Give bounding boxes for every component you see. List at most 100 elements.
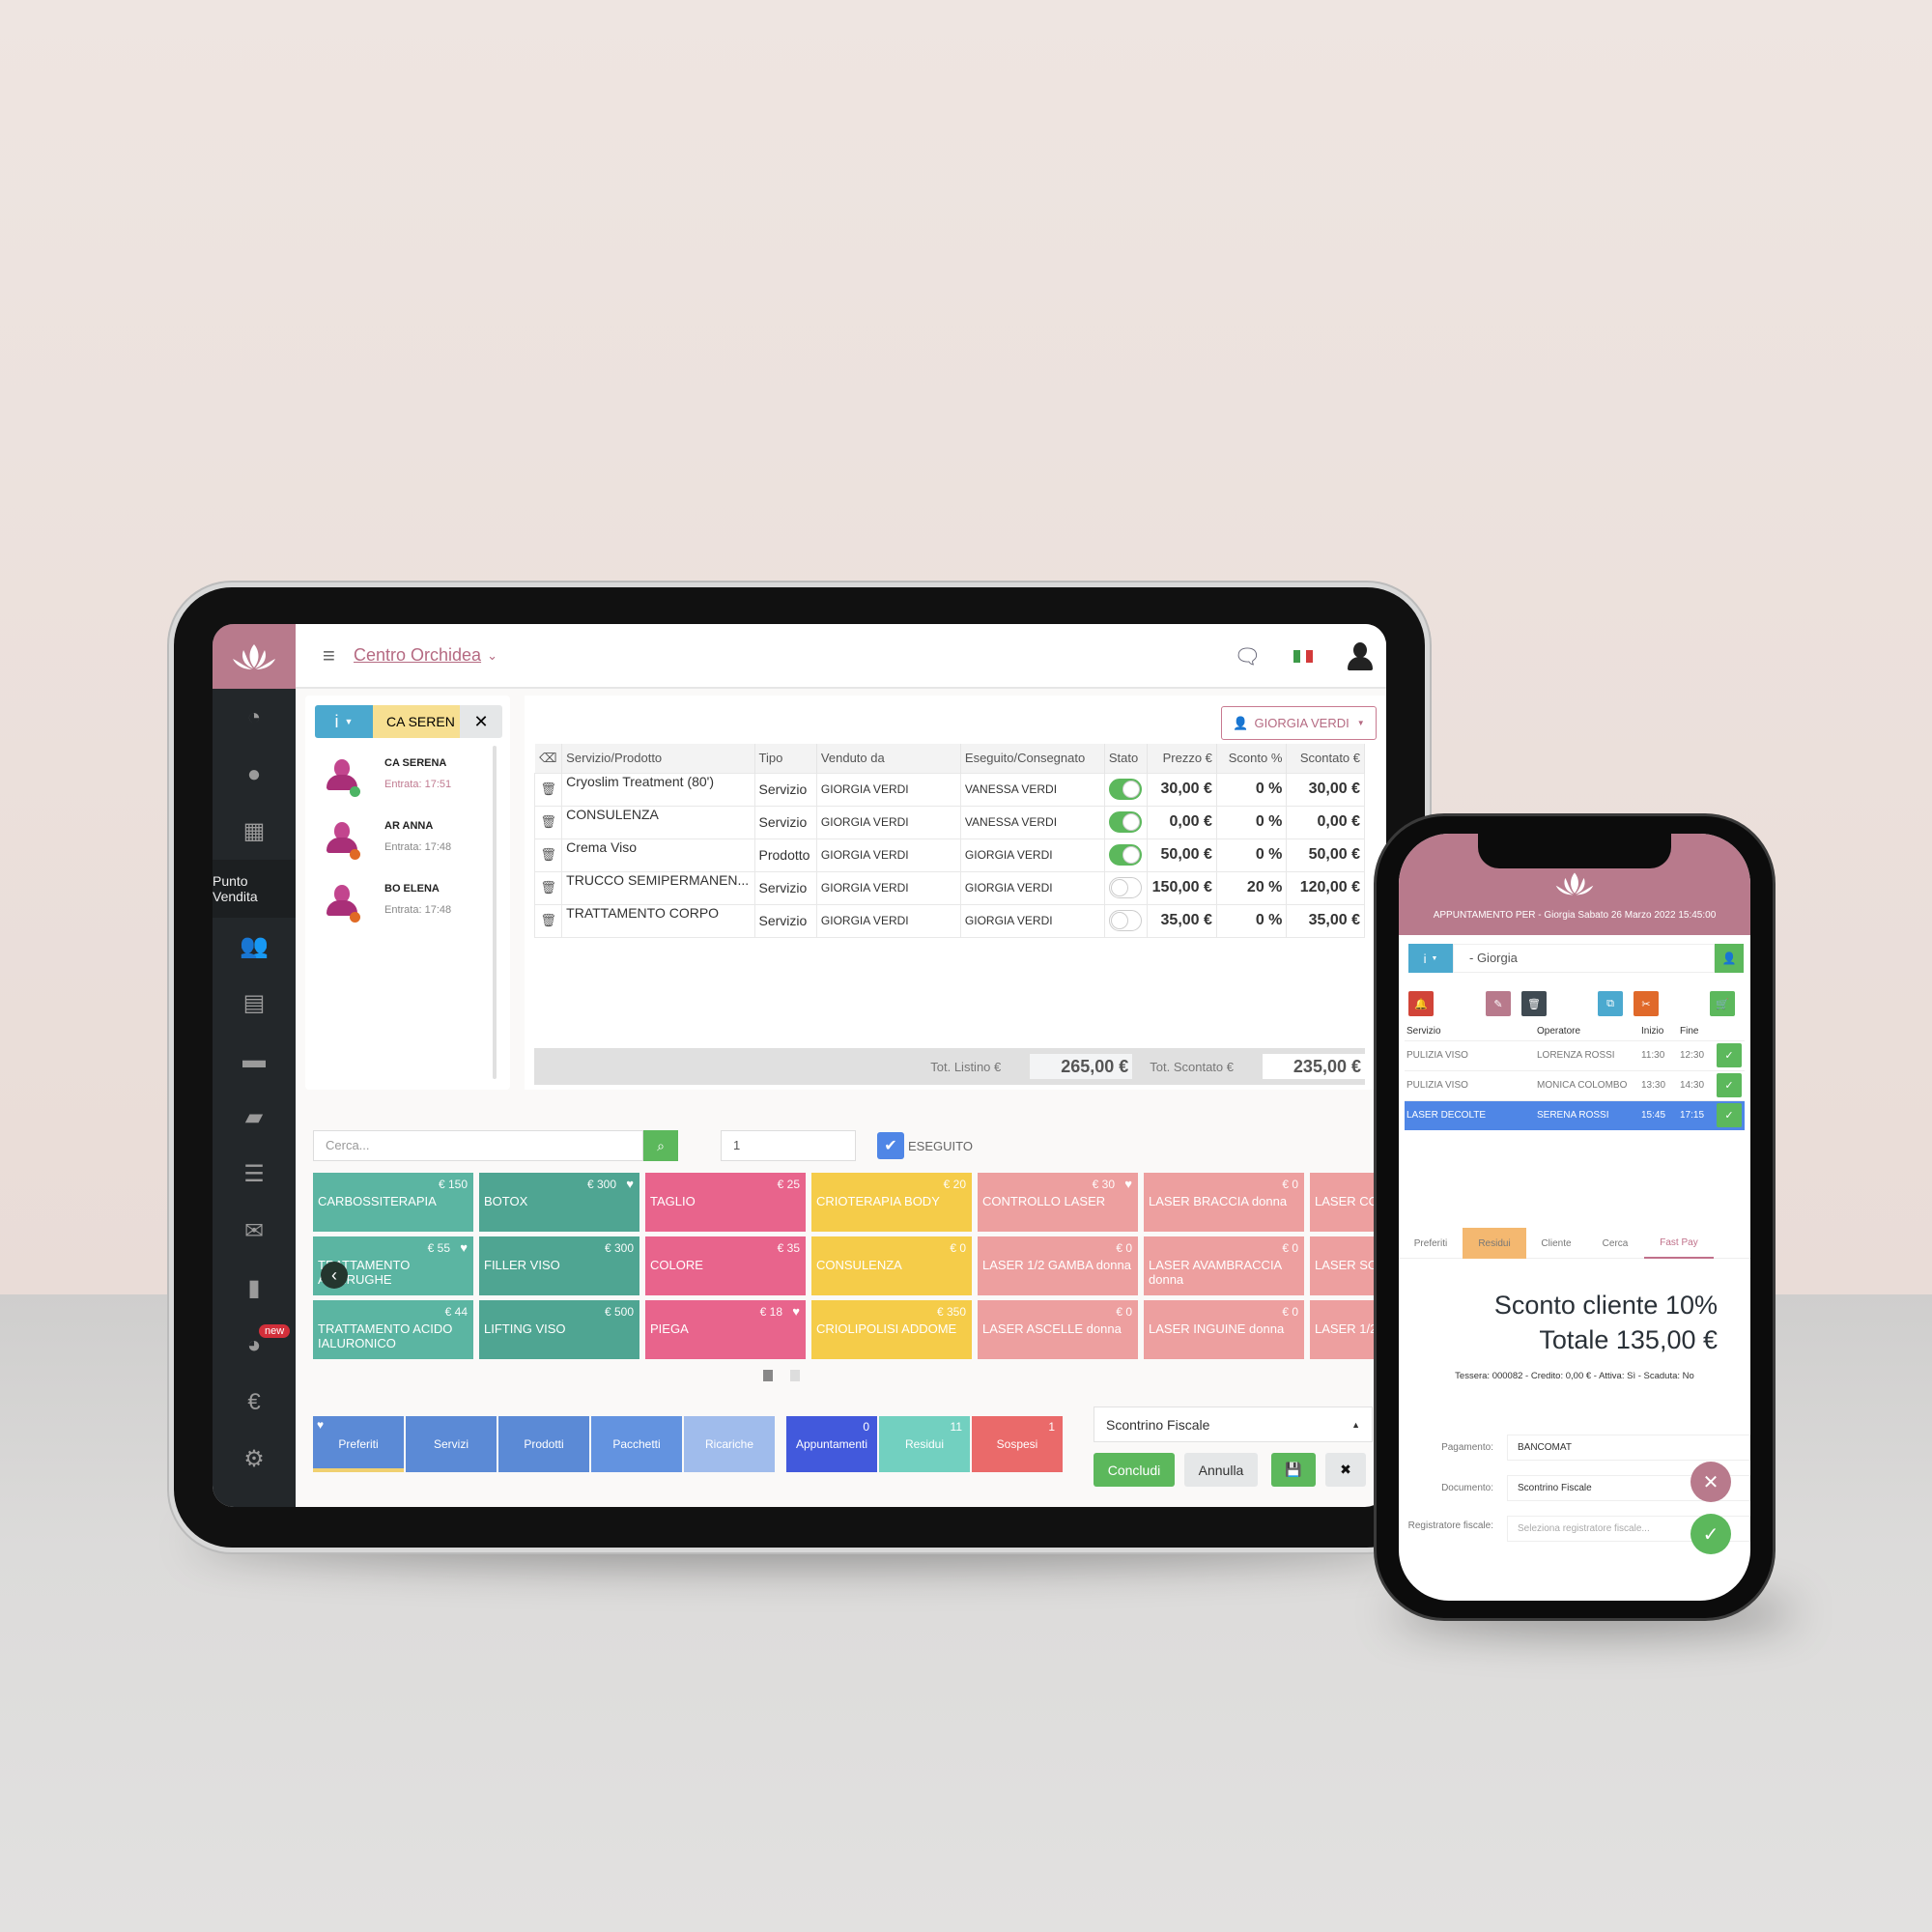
cut-button[interactable]: ✂: [1634, 991, 1659, 1016]
delete-button[interactable]: 🗑: [1521, 991, 1547, 1016]
trash-icon[interactable]: 🗑: [533, 870, 563, 905]
sold-by[interactable]: GIORGIA VERDI: [815, 903, 961, 938]
operator-dropdown[interactable]: 👤 GIORGIA VERDI ▼: [1221, 706, 1377, 740]
service-tile[interactable]: € 18 ♥ PIEGA: [645, 1300, 806, 1359]
client-profile-button[interactable]: 👤: [1715, 944, 1744, 973]
client-list-item[interactable]: AR ANNA Entrata: 17:48: [325, 818, 451, 860]
cart-row[interactable]: 🗑 CONSULENZA Servizio GIORGIA VERDI VANESSA …: [533, 805, 1365, 839]
sidebar-item-settings[interactable]: ⚙: [213, 1431, 296, 1488]
quantity-input[interactable]: 1: [721, 1130, 856, 1161]
service-tile[interactable]: LASER 1/2: [1310, 1300, 1386, 1359]
page-indicator-2[interactable]: [790, 1370, 800, 1381]
service-tile[interactable]: € 300 ♥ BOTOX: [479, 1173, 639, 1232]
cart-row[interactable]: 🗑 Cryoslim Treatment (80') Servizio GIORGIA…: [533, 772, 1365, 807]
sidebar-item-cash[interactable]: €: [213, 1374, 296, 1431]
site-selector[interactable]: Centro Orchidea: [354, 645, 481, 666]
service-tile[interactable]: LASER COS: [1310, 1173, 1386, 1232]
done-by[interactable]: VANESSA VERDI: [959, 772, 1105, 807]
service-tile[interactable]: € 0 LASER AVAMBRACCIA donna: [1144, 1236, 1304, 1295]
sidebar-item-dashboard[interactable]: ◔: [213, 689, 296, 746]
cart-button[interactable]: 🛒: [1710, 991, 1735, 1016]
service-tile[interactable]: € 500 LIFTING VISO: [479, 1300, 639, 1359]
category-tab-prodotti[interactable]: Prodotti: [498, 1416, 589, 1472]
clients-scrollbar[interactable]: [493, 746, 497, 1079]
cart-row[interactable]: 🗑 TRATTAMENTO CORPO Servizio GIORGIA VERDI G…: [533, 903, 1365, 938]
trash-icon[interactable]: 🗑: [533, 903, 563, 938]
sold-by[interactable]: GIORGIA VERDI: [815, 772, 961, 807]
confirm-fab[interactable]: ✓: [1690, 1514, 1731, 1554]
appointment-row[interactable]: PULIZIA VISO MONICA COLOMBO 13:30 14:30 ✓: [1405, 1069, 1745, 1100]
service-tile[interactable]: € 44 TRATTAMENTO ACIDO IALURONICO: [313, 1300, 473, 1359]
confirm-appointment-button[interactable]: ✓: [1717, 1073, 1742, 1097]
trash-icon[interactable]: 🗑: [533, 772, 563, 807]
item-price[interactable]: 150,00 €: [1147, 870, 1217, 905]
page-indicator-1[interactable]: [763, 1370, 773, 1381]
service-tile[interactable]: € 35 COLORE: [645, 1236, 806, 1295]
tab-preferiti[interactable]: Preferiti: [1399, 1228, 1463, 1259]
close-client-button[interactable]: ✕: [460, 705, 502, 738]
chevron-down-icon[interactable]: ⌄: [487, 648, 497, 664]
status-toggle[interactable]: [1108, 877, 1142, 898]
copy-button[interactable]: ⧉: [1598, 991, 1623, 1016]
status-toggle[interactable]: [1108, 811, 1142, 833]
service-tile[interactable]: € 0 LASER BRACCIA donna: [1144, 1173, 1304, 1232]
service-tile[interactable]: € 30 ♥ CONTROLLO LASER: [978, 1173, 1138, 1232]
trash-icon[interactable]: 🗑: [533, 805, 563, 839]
search-button[interactable]: ⌕: [643, 1130, 678, 1161]
item-discount[interactable]: 0 %: [1215, 903, 1288, 938]
service-tile[interactable]: € 0 CONSULENZA: [811, 1236, 972, 1295]
heart-icon[interactable]: ♥: [460, 1240, 468, 1255]
payment-method-select[interactable]: BANCOMAT: [1507, 1435, 1750, 1461]
category-tab-pacchetti[interactable]: Pacchetti: [591, 1416, 682, 1472]
sidebar-item-archive[interactable]: ▬: [213, 1032, 296, 1089]
cancel-fab[interactable]: ✕: [1690, 1462, 1731, 1502]
status-toggle[interactable]: [1108, 779, 1142, 800]
service-tile[interactable]: € 150 CARBOSSITERAPIA: [313, 1173, 473, 1232]
sidebar-item-id-card[interactable]: ▤: [213, 975, 296, 1032]
category-tab-sospesi[interactable]: 1 Sospesi: [972, 1416, 1063, 1472]
client-info-dropdown[interactable]: i ▼: [315, 705, 373, 738]
item-discount[interactable]: 0 %: [1215, 772, 1288, 807]
sold-by[interactable]: GIORGIA VERDI: [815, 805, 961, 839]
document-type-select[interactable]: Scontrino Fiscale ▲: [1094, 1406, 1373, 1442]
client-name-field[interactable]: - Giorgia: [1453, 944, 1715, 973]
sold-by[interactable]: GIORGIA VERDI: [815, 870, 961, 905]
appointment-row[interactable]: LASER DECOLTE SERENA ROSSI 15:45 17:15 ✓: [1405, 1099, 1745, 1130]
item-price[interactable]: 50,00 €: [1147, 838, 1217, 872]
status-toggle[interactable]: [1108, 844, 1142, 866]
reminder-button[interactable]: 🔔: [1408, 991, 1434, 1016]
brand-logo[interactable]: [213, 624, 296, 689]
client-list-item[interactable]: BO ELENA Entrata: 17:48: [325, 881, 451, 923]
heart-icon[interactable]: ♥: [626, 1177, 634, 1191]
hamburger-menu-icon[interactable]: ≡: [323, 643, 340, 668]
category-tab-preferiti[interactable]: ♥ Preferiti: [313, 1416, 404, 1472]
done-by[interactable]: GIORGIA VERDI: [959, 903, 1105, 938]
client-list-item[interactable]: CA SERENA Entrata: 17:51: [325, 755, 451, 797]
save-button[interactable]: 💾: [1271, 1453, 1316, 1487]
done-by[interactable]: GIORGIA VERDI: [959, 870, 1105, 905]
item-discount[interactable]: 0 %: [1215, 805, 1288, 839]
category-tab-servizi[interactable]: Servizi: [406, 1416, 497, 1472]
sidebar-item-calendar[interactable]: ▦: [213, 803, 296, 860]
heart-icon[interactable]: ♥: [792, 1304, 800, 1319]
annulla-button[interactable]: Annulla: [1184, 1453, 1258, 1487]
service-tile[interactable]: € 0 LASER ASCELLE donna: [978, 1300, 1138, 1359]
sidebar-item-mail[interactable]: ✉: [213, 1203, 296, 1260]
service-tile[interactable]: € 0 LASER INGUINE donna: [1144, 1300, 1304, 1359]
cart-row[interactable]: 🗑 Crema Viso Prodotto GIORGIA VERDI GIORGIA …: [533, 838, 1365, 872]
chat-icon[interactable]: 🗨: [1234, 644, 1261, 669]
service-tile[interactable]: € 20 CRIOTERAPIA BODY: [811, 1173, 972, 1232]
done-by[interactable]: VANESSA VERDI: [959, 805, 1105, 839]
sidebar-item-users[interactable]: 👥: [213, 918, 296, 975]
delete-button[interactable]: ✖: [1325, 1453, 1366, 1487]
eseguito-checkbox[interactable]: ✔: [877, 1132, 904, 1159]
category-tab-residui[interactable]: 11 Residui: [879, 1416, 970, 1472]
sidebar-item-punto-vendita[interactable]: Punto Vendita: [213, 860, 296, 918]
item-price[interactable]: 35,00 €: [1147, 903, 1217, 938]
cart-row[interactable]: 🗑 TRUCCO SEMIPERMANEN... Servizio GIORGIA V…: [533, 870, 1365, 905]
sidebar-item-user[interactable]: ●: [213, 746, 296, 803]
current-client-name[interactable]: CA SEREN: [373, 705, 460, 738]
search-input[interactable]: Cerca...: [313, 1130, 643, 1161]
item-discount[interactable]: 0 %: [1215, 838, 1288, 872]
edit-button[interactable]: ✎: [1486, 991, 1511, 1016]
